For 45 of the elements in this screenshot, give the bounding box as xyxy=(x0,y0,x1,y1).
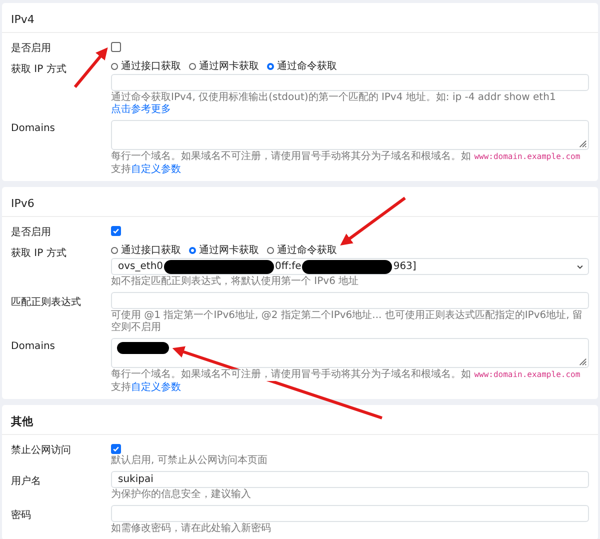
radio-option[interactable]: 通过接口获取 xyxy=(111,243,181,257)
help-text: 支持自定义参数 xyxy=(111,164,181,176)
help-text: 每行一个域名。如果域名不可注册，请使用冒号手动将其分为子域名和根域名。如 www:domain.example.com xyxy=(111,151,580,163)
field-label: Domains xyxy=(11,340,56,352)
field-label: 禁止公网访问 xyxy=(11,444,71,457)
resize-grip-icon xyxy=(578,139,587,148)
section-title: 其他 xyxy=(11,415,33,428)
help-link[interactable]: 自定义参数 xyxy=(131,164,181,175)
chevron-down-icon xyxy=(576,263,584,271)
help-text: 支持自定义参数 xyxy=(111,382,181,394)
radio-option[interactable]: 通过命令获取 xyxy=(267,243,337,257)
field-label: 获取 IP 方式 xyxy=(11,62,66,76)
radio-option[interactable]: 通过命令获取 xyxy=(267,59,337,73)
field-label: 是否启用 xyxy=(11,226,51,239)
command-input[interactable] xyxy=(111,74,589,91)
annotation-arrow xyxy=(340,196,406,246)
text-input[interactable] xyxy=(111,505,589,522)
section-title: IPv6 xyxy=(11,197,34,210)
field-label: 密码 xyxy=(11,508,31,522)
field-label: 获取 IP 方式 xyxy=(11,246,66,260)
checkbox[interactable] xyxy=(111,42,121,52)
help-link[interactable]: 自定义参数 xyxy=(131,382,181,393)
field-label: 匹配正则表达式 xyxy=(11,296,81,309)
checkbox[interactable] xyxy=(111,444,121,454)
help-text: 如需修改密码，请在此处输入新密码 xyxy=(111,523,271,535)
checkbox[interactable] xyxy=(111,226,121,236)
resize-grip-icon xyxy=(578,357,587,366)
text-input[interactable] xyxy=(111,292,589,309)
interface-select[interactable]: ovs_eth0 0ff:fe 963] xyxy=(111,258,589,275)
redaction-mark xyxy=(117,342,169,354)
help-text: 每行一个域名。如果域名不可注册，请使用冒号手动将其分为子域名和根域名。如 www:domain.example.com xyxy=(111,369,580,381)
radio-option[interactable]: 通过接口获取 xyxy=(111,59,181,73)
radio-option[interactable]: 通过网卡获取 xyxy=(189,243,259,257)
field-label: Domains xyxy=(11,122,56,134)
section-title: IPv4 xyxy=(11,13,34,26)
annotation-arrow xyxy=(74,47,108,88)
help-text: 默认启用, 可禁止从公网访问本页面 xyxy=(111,455,268,467)
text-input[interactable]: sukipai xyxy=(111,471,589,488)
help-text: 为保护你的信息安全，建议输入 xyxy=(111,489,251,501)
radio-option[interactable]: 通过网卡获取 xyxy=(189,59,259,73)
field-label: 是否启用 xyxy=(11,42,51,55)
help-text: 如不指定匹配正则表达式，将默认使用第一个 IPv6 地址 xyxy=(111,276,359,288)
field-label: 用户名 xyxy=(11,474,41,488)
domains-textarea[interactable] xyxy=(111,338,589,368)
help-link[interactable]: 点击参考更多 xyxy=(111,104,171,115)
